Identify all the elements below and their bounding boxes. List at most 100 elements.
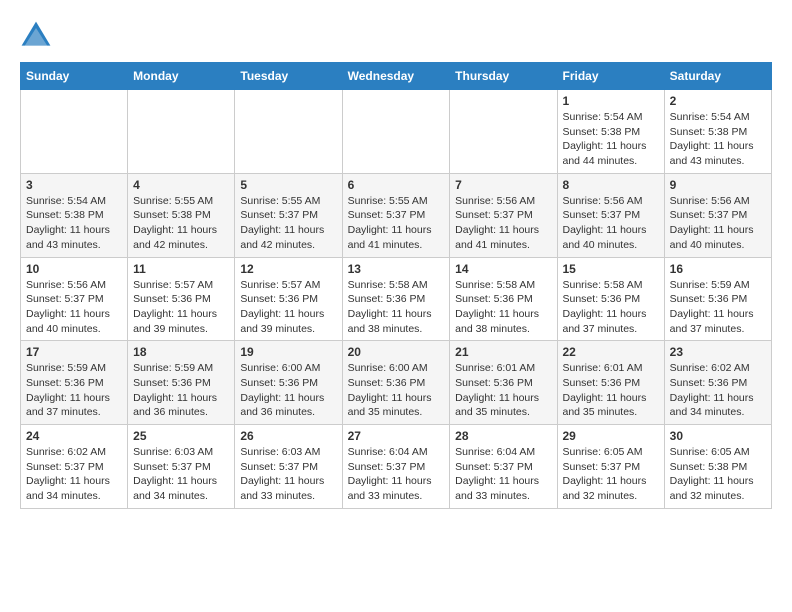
week-row-2: 3 Sunrise: 5:54 AM Sunset: 5:38 PM Daylig… — [21, 173, 772, 257]
day-number: 11 — [133, 262, 229, 276]
calendar-cell: 16 Sunrise: 5:59 AM Sunset: 5:36 PM Dayli… — [664, 257, 771, 341]
day-info: Sunrise: 6:04 AM Sunset: 5:37 PM Dayligh… — [455, 445, 551, 504]
calendar-table: SundayMondayTuesdayWednesdayThursdayFrid… — [20, 62, 772, 509]
day-info: Sunrise: 6:00 AM Sunset: 5:36 PM Dayligh… — [348, 361, 445, 420]
calendar-cell: 17 Sunrise: 5:59 AM Sunset: 5:36 PM Dayli… — [21, 341, 128, 425]
day-info: Sunrise: 6:01 AM Sunset: 5:36 PM Dayligh… — [455, 361, 551, 420]
calendar-cell: 12 Sunrise: 5:57 AM Sunset: 5:36 PM Dayli… — [235, 257, 342, 341]
day-info: Sunrise: 5:58 AM Sunset: 5:36 PM Dayligh… — [455, 278, 551, 337]
day-number: 23 — [670, 345, 766, 359]
day-info: Sunrise: 6:04 AM Sunset: 5:37 PM Dayligh… — [348, 445, 445, 504]
day-info: Sunrise: 6:05 AM Sunset: 5:38 PM Dayligh… — [670, 445, 766, 504]
calendar-cell: 21 Sunrise: 6:01 AM Sunset: 5:36 PM Dayli… — [450, 341, 557, 425]
calendar-header-row: SundayMondayTuesdayWednesdayThursdayFrid… — [21, 63, 772, 90]
day-info: Sunrise: 5:55 AM Sunset: 5:38 PM Dayligh… — [133, 194, 229, 253]
day-info: Sunrise: 6:02 AM Sunset: 5:37 PM Dayligh… — [26, 445, 122, 504]
calendar-cell: 28 Sunrise: 6:04 AM Sunset: 5:37 PM Dayli… — [450, 425, 557, 509]
day-info: Sunrise: 6:03 AM Sunset: 5:37 PM Dayligh… — [240, 445, 336, 504]
calendar-cell: 24 Sunrise: 6:02 AM Sunset: 5:37 PM Dayli… — [21, 425, 128, 509]
day-header-wednesday: Wednesday — [342, 63, 450, 90]
day-number: 16 — [670, 262, 766, 276]
day-number: 14 — [455, 262, 551, 276]
calendar-cell: 9Sunrise: 5:56 AM Sunset: 5:37 PM Daylig… — [664, 173, 771, 257]
calendar-cell: 15 Sunrise: 5:58 AM Sunset: 5:36 PM Dayli… — [557, 257, 664, 341]
calendar-cell: 23 Sunrise: 6:02 AM Sunset: 5:36 PM Dayli… — [664, 341, 771, 425]
week-row-5: 24 Sunrise: 6:02 AM Sunset: 5:37 PM Dayli… — [21, 425, 772, 509]
day-number: 27 — [348, 429, 445, 443]
calendar-cell: 14 Sunrise: 5:58 AM Sunset: 5:36 PM Dayli… — [450, 257, 557, 341]
calendar-cell — [450, 90, 557, 174]
calendar-cell: 30 Sunrise: 6:05 AM Sunset: 5:38 PM Dayli… — [664, 425, 771, 509]
day-number: 13 — [348, 262, 445, 276]
day-info: Sunrise: 5:59 AM Sunset: 5:36 PM Dayligh… — [26, 361, 122, 420]
day-number: 8 — [563, 178, 659, 192]
calendar-cell: 19 Sunrise: 6:00 AM Sunset: 5:36 PM Dayli… — [235, 341, 342, 425]
day-info: Sunrise: 5:54 AM Sunset: 5:38 PM Dayligh… — [670, 110, 766, 169]
calendar-cell — [21, 90, 128, 174]
day-header-saturday: Saturday — [664, 63, 771, 90]
day-number: 15 — [563, 262, 659, 276]
day-number: 30 — [670, 429, 766, 443]
day-info: Sunrise: 5:59 AM Sunset: 5:36 PM Dayligh… — [133, 361, 229, 420]
day-info: Sunrise: 6:01 AM Sunset: 5:36 PM Dayligh… — [563, 361, 659, 420]
day-number: 5 — [240, 178, 336, 192]
calendar-cell: 7Sunrise: 5:56 AM Sunset: 5:37 PM Daylig… — [450, 173, 557, 257]
day-info: Sunrise: 6:02 AM Sunset: 5:36 PM Dayligh… — [670, 361, 766, 420]
day-header-thursday: Thursday — [450, 63, 557, 90]
day-header-friday: Friday — [557, 63, 664, 90]
week-row-1: 1 Sunrise: 5:54 AM Sunset: 5:38 PM Daylig… — [21, 90, 772, 174]
day-number: 2 — [670, 94, 766, 108]
day-number: 20 — [348, 345, 445, 359]
day-number: 28 — [455, 429, 551, 443]
day-header-tuesday: Tuesday — [235, 63, 342, 90]
day-info: Sunrise: 5:54 AM Sunset: 5:38 PM Dayligh… — [563, 110, 659, 169]
calendar-cell: 22 Sunrise: 6:01 AM Sunset: 5:36 PM Dayli… — [557, 341, 664, 425]
day-number: 1 — [563, 94, 659, 108]
day-number: 10 — [26, 262, 122, 276]
day-info: Sunrise: 5:55 AM Sunset: 5:37 PM Dayligh… — [240, 194, 336, 253]
calendar-cell: 20 Sunrise: 6:00 AM Sunset: 5:36 PM Dayli… — [342, 341, 450, 425]
day-number: 25 — [133, 429, 229, 443]
calendar-cell: 5 Sunrise: 5:55 AM Sunset: 5:37 PM Daylig… — [235, 173, 342, 257]
calendar-cell — [235, 90, 342, 174]
day-number: 4 — [133, 178, 229, 192]
day-number: 26 — [240, 429, 336, 443]
day-number: 29 — [563, 429, 659, 443]
logo-icon — [20, 20, 52, 52]
calendar-cell: 13 Sunrise: 5:58 AM Sunset: 5:36 PM Dayli… — [342, 257, 450, 341]
day-header-sunday: Sunday — [21, 63, 128, 90]
calendar-cell: 27 Sunrise: 6:04 AM Sunset: 5:37 PM Dayli… — [342, 425, 450, 509]
day-info: Sunrise: 5:56 AM Sunset: 5:37 PM Dayligh… — [563, 194, 659, 253]
day-info: Sunrise: 5:54 AM Sunset: 5:38 PM Dayligh… — [26, 194, 122, 253]
calendar-cell: 10 Sunrise: 5:56 AM Sunset: 5:37 PM Dayli… — [21, 257, 128, 341]
day-number: 3 — [26, 178, 122, 192]
day-info: Sunrise: 5:58 AM Sunset: 5:36 PM Dayligh… — [348, 278, 445, 337]
day-number: 22 — [563, 345, 659, 359]
page-header — [20, 20, 772, 52]
week-row-3: 10 Sunrise: 5:56 AM Sunset: 5:37 PM Dayli… — [21, 257, 772, 341]
day-info: Sunrise: 5:59 AM Sunset: 5:36 PM Dayligh… — [670, 278, 766, 337]
day-info: Sunrise: 5:56 AM Sunset: 5:37 PM Dayligh… — [26, 278, 122, 337]
day-info: Sunrise: 5:56 AM Sunset: 5:37 PM Dayligh… — [670, 194, 766, 253]
day-number: 24 — [26, 429, 122, 443]
calendar-cell: 26 Sunrise: 6:03 AM Sunset: 5:37 PM Dayli… — [235, 425, 342, 509]
calendar-cell — [128, 90, 235, 174]
calendar-cell: 18Sunrise: 5:59 AM Sunset: 5:36 PM Dayli… — [128, 341, 235, 425]
calendar-cell — [342, 90, 450, 174]
day-number: 21 — [455, 345, 551, 359]
calendar-cell: 25Sunrise: 6:03 AM Sunset: 5:37 PM Dayli… — [128, 425, 235, 509]
day-info: Sunrise: 6:00 AM Sunset: 5:36 PM Dayligh… — [240, 361, 336, 420]
calendar-cell: 8 Sunrise: 5:56 AM Sunset: 5:37 PM Daylig… — [557, 173, 664, 257]
day-number: 12 — [240, 262, 336, 276]
day-info: Sunrise: 5:57 AM Sunset: 5:36 PM Dayligh… — [240, 278, 336, 337]
day-number: 19 — [240, 345, 336, 359]
day-info: Sunrise: 5:58 AM Sunset: 5:36 PM Dayligh… — [563, 278, 659, 337]
logo — [20, 20, 54, 52]
day-number: 17 — [26, 345, 122, 359]
day-number: 6 — [348, 178, 445, 192]
calendar-cell: 3 Sunrise: 5:54 AM Sunset: 5:38 PM Daylig… — [21, 173, 128, 257]
calendar-cell: 1 Sunrise: 5:54 AM Sunset: 5:38 PM Daylig… — [557, 90, 664, 174]
day-header-monday: Monday — [128, 63, 235, 90]
day-info: Sunrise: 6:05 AM Sunset: 5:37 PM Dayligh… — [563, 445, 659, 504]
day-info: Sunrise: 5:57 AM Sunset: 5:36 PM Dayligh… — [133, 278, 229, 337]
